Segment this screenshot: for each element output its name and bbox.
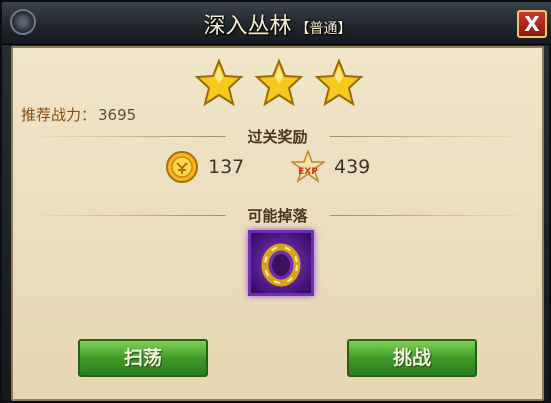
recommended-power-label: 推荐战力： (21, 106, 97, 124)
dungeon-name: 深入丛林 (203, 14, 292, 39)
difficulty-label: 【普通】 (295, 21, 352, 37)
divider (330, 136, 530, 137)
challenge-button[interactable]: 挑战 (347, 339, 477, 377)
gold-reward-value: 137 (208, 156, 245, 178)
gold-reward: 137 (165, 150, 255, 184)
exp-reward-value: 439 (334, 156, 371, 178)
star-rating (194, 58, 364, 110)
gold-coin-icon (166, 151, 198, 183)
close-icon: X (524, 12, 540, 36)
recommended-power-value: 3695 (98, 106, 137, 124)
title-bar: 深入丛林 【普通】 X (2, 2, 551, 45)
close-button[interactable]: X (517, 10, 547, 38)
star-icon (194, 58, 244, 107)
rewards-section-header: 过关奖励 (2, 126, 551, 146)
sweep-button[interactable]: 扫荡 (78, 339, 208, 377)
exp-reward: EXP 439 (291, 150, 391, 184)
drop-item-slot[interactable] (248, 230, 314, 296)
exp-badge: EXP (298, 167, 318, 177)
star-icon (254, 58, 304, 107)
exp-star-icon: EXP (291, 150, 325, 183)
star-icon (314, 58, 364, 107)
dungeon-dialog: 深入丛林 【普通】 X 推荐战力： 3695 过关奖励 137 EXP 439 … (0, 0, 551, 403)
gold-ring-icon (261, 243, 301, 287)
dialog-title: 深入丛林 【普通】 (2, 8, 551, 40)
recommended-power: 推荐战力： 3695 (21, 104, 136, 125)
divider (330, 215, 530, 216)
drops-section-header: 可能掉落 (2, 205, 551, 225)
